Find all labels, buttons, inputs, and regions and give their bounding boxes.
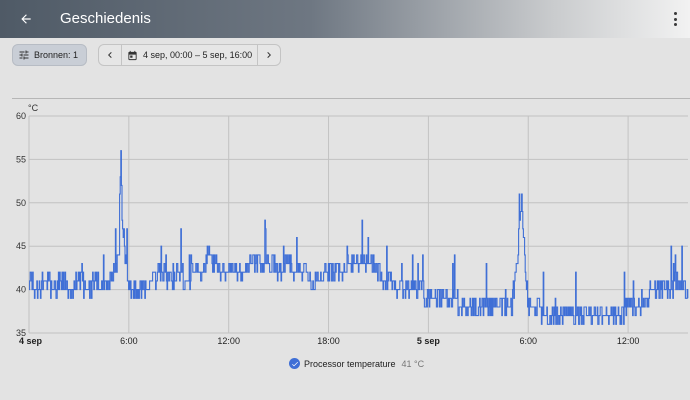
arrow-back-icon (21, 14, 31, 24)
x-axis: 4 sep 6:00 12:00 18:00 5 sep 6:00 12:00 (19, 336, 639, 346)
date-range-field[interactable]: 4 sep, 00:00 – 5 sep, 16:00 (121, 45, 258, 65)
chevron-right-icon (267, 52, 271, 58)
x-tick-label: 18:00 (317, 336, 340, 346)
x-tick-label: 12:00 (617, 336, 640, 346)
x-tick-label: 6:00 (519, 336, 537, 346)
toolbar-divider (12, 98, 690, 99)
back-button[interactable] (14, 8, 38, 30)
calendar-icon (128, 50, 137, 60)
y-tick-label: 40 (16, 285, 26, 295)
date-range-picker: 4 sep, 00:00 – 5 sep, 16:00 (98, 44, 281, 66)
x-tick-label: 12:00 (217, 336, 240, 346)
next-range-button[interactable] (258, 45, 280, 65)
chart-canvas: 605550454035 4 sep 6:00 12:00 18:00 5 sep 6:0… (16, 103, 689, 346)
y-axis-label: °C (28, 103, 39, 113)
page-title: Geschiedenis (60, 10, 151, 27)
history-chart[interactable]: 60 55 50 45 40 35 4 sep 6:00 12:00 18:00 5 sep 6:0… (0, 100, 690, 400)
sources-label: Bronnen: 1 (34, 50, 79, 60)
tune-icon (19, 50, 29, 60)
legend-series-name: Processor temperature (304, 358, 396, 369)
y-tick-label: 55 (16, 154, 26, 164)
x-tick-label: 4 sep (19, 336, 43, 346)
check-circle-icon (289, 358, 300, 369)
date-range-text: 4 sep, 00:00 – 5 sep, 16:00 (143, 50, 253, 60)
y-tick-label: 45 (16, 241, 26, 251)
more-vert-icon[interactable] (670, 10, 680, 28)
chart-legend[interactable]: Processor temperature 41 °C (289, 358, 424, 369)
legend-current-value: 41 °C (401, 358, 425, 369)
x-tick-label: 5 sep (417, 336, 441, 346)
y-axis: 605550454035 (16, 111, 26, 338)
series-line-processor-temperature (29, 150, 689, 325)
y-tick-label: 50 (16, 198, 26, 208)
y-tick-label: 60 (16, 111, 26, 121)
chevron-left-icon (108, 52, 112, 58)
toolbar: Bronnen: 1 4 sep, 00:00 – 5 sep, 16:00 (0, 38, 690, 74)
sources-button[interactable]: Bronnen: 1 (12, 44, 87, 66)
series-lines (29, 150, 689, 325)
x-tick-label: 6:00 (120, 336, 138, 346)
previous-range-button[interactable] (99, 45, 121, 65)
chart-grid (28, 115, 688, 334)
app-bar: Geschiedenis (0, 0, 690, 38)
